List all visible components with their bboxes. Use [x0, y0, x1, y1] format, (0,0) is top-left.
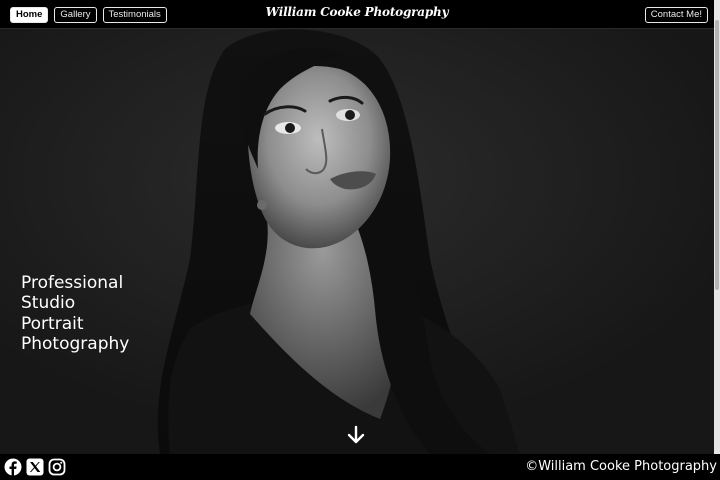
page: Home Gallery Testimonials William Cooke … [0, 0, 720, 480]
top-navigation-bar: Home Gallery Testimonials William Cooke … [0, 0, 714, 29]
tagline-line: Studio [21, 293, 76, 314]
site-brand-title[interactable]: William Cooke Photography [250, 5, 464, 19]
hero-section: Professional Studio Portrait Photography [0, 29, 714, 454]
tagline-line: Photography [21, 334, 130, 355]
contact-me-button[interactable]: Contact Me! [644, 7, 708, 23]
nav-home-button[interactable]: Home [10, 7, 49, 23]
facebook-icon[interactable] [4, 458, 22, 476]
social-links [4, 458, 66, 476]
x-icon[interactable] [26, 458, 44, 476]
tagline-line: Professional [21, 273, 124, 293]
page-scrollbar[interactable] [714, 0, 720, 454]
nav-testimonials-button[interactable]: Testimonials [102, 7, 167, 23]
instagram-icon[interactable] [48, 458, 66, 476]
copyright-text: ©William Cooke Photography [525, 459, 717, 474]
hero-tagline: Professional Studio Portrait Photography [21, 273, 129, 355]
hero-portrait-image [0, 29, 714, 454]
scrollbar-thumb[interactable] [715, 20, 719, 290]
arrow-down-icon[interactable] [346, 425, 366, 445]
footer: ©William Cooke Photography [0, 454, 720, 480]
tagline-line: Portrait [21, 313, 84, 334]
nav-gallery-button[interactable]: Gallery [54, 7, 97, 23]
main-nav: Home Gallery Testimonials [10, 7, 167, 23]
